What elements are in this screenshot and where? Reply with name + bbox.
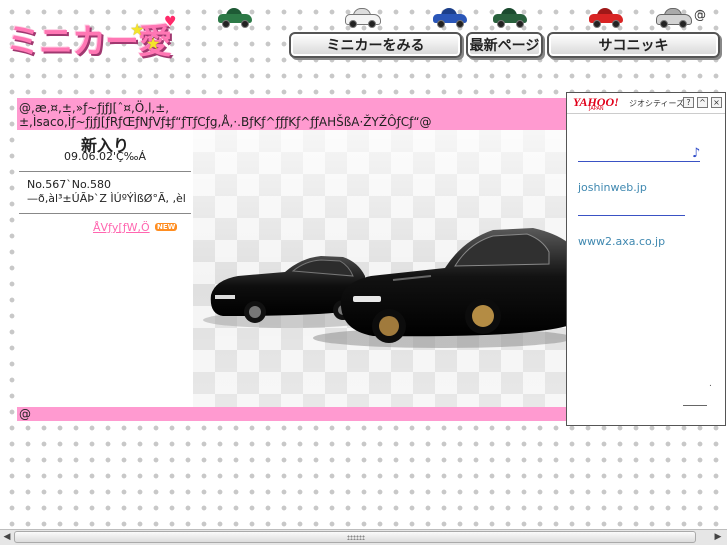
- divider: [19, 171, 191, 172]
- nav-button-sako-diary[interactable]: サコニッキ: [547, 32, 720, 58]
- ad-link-line[interactable]: [578, 161, 700, 162]
- new-arrivals-description: —ð‚àl³±ÚÃÞ`Z ÌÚºÝÌßØ°Ã, ‚èl: [27, 192, 186, 205]
- ad-domain-axa[interactable]: www2.axa.co.jp: [578, 235, 665, 248]
- ad-dot: .: [709, 379, 712, 389]
- geocities-header: YAHOO! JAPAN ジオシティーズ ? ^ ×: [567, 93, 725, 114]
- music-note-icon: ♪: [692, 146, 701, 161]
- geocities-ad-box: YAHOO! JAPAN ジオシティーズ ? ^ × ♪ joshinweb.j…: [566, 92, 726, 426]
- star-icon: ★: [146, 34, 161, 53]
- geocities-label: ジオシティーズ: [629, 99, 685, 108]
- latest-page-link[interactable]: ÅVƒy[ƒW,Ö: [93, 221, 150, 234]
- site-logo[interactable]: ミニカー愛 ★ ★ ♥: [6, 14, 177, 64]
- close-button[interactable]: ×: [711, 97, 722, 108]
- new-arrivals-panel: 新入り 09.06.02'Ç‰Á No.567`No.580 —ð‚àl³±ÚÃ…: [17, 130, 193, 407]
- scroll-left-icon[interactable]: ◀: [1, 531, 13, 544]
- horizontal-scrollbar[interactable]: ◀ ▶: [0, 529, 727, 545]
- new-badge: NEW: [155, 223, 178, 231]
- new-arrivals-date: 09.06.02'Ç‰Á: [64, 150, 146, 163]
- nav-button-latest-page[interactable]: 最新ページ: [466, 32, 543, 58]
- hero-photo: [193, 130, 567, 407]
- ad-domain-joshinweb[interactable]: joshinweb.jp: [578, 181, 647, 194]
- ad-link-line[interactable]: [578, 215, 685, 216]
- intro-text-bar: @,æ,¤,±,»ƒ~ƒjƒJ[ˆ¤,Ö,l,±,±,Ìsaco,Ìƒ~ƒjƒJ…: [17, 98, 567, 130]
- ad-link-line[interactable]: [683, 405, 707, 406]
- corner-mark: @: [694, 8, 706, 22]
- new-arrivals-range: No.567`No.580: [27, 178, 112, 191]
- scroll-right-icon[interactable]: ▶: [712, 531, 724, 544]
- scrollbar-thumb[interactable]: [14, 531, 696, 543]
- yahoo-logo-sub: JAPAN: [589, 106, 604, 112]
- up-button[interactable]: ^: [697, 97, 708, 108]
- divider: [19, 213, 191, 214]
- minicars-photo-icon: [203, 228, 567, 348]
- help-button[interactable]: ?: [683, 97, 694, 108]
- heart-icon: ♥: [164, 14, 177, 30]
- nav-button-view-minicars[interactable]: ミニカーをみる: [289, 32, 462, 58]
- star-icon: ★: [130, 20, 145, 39]
- footer-bar: @: [17, 407, 567, 421]
